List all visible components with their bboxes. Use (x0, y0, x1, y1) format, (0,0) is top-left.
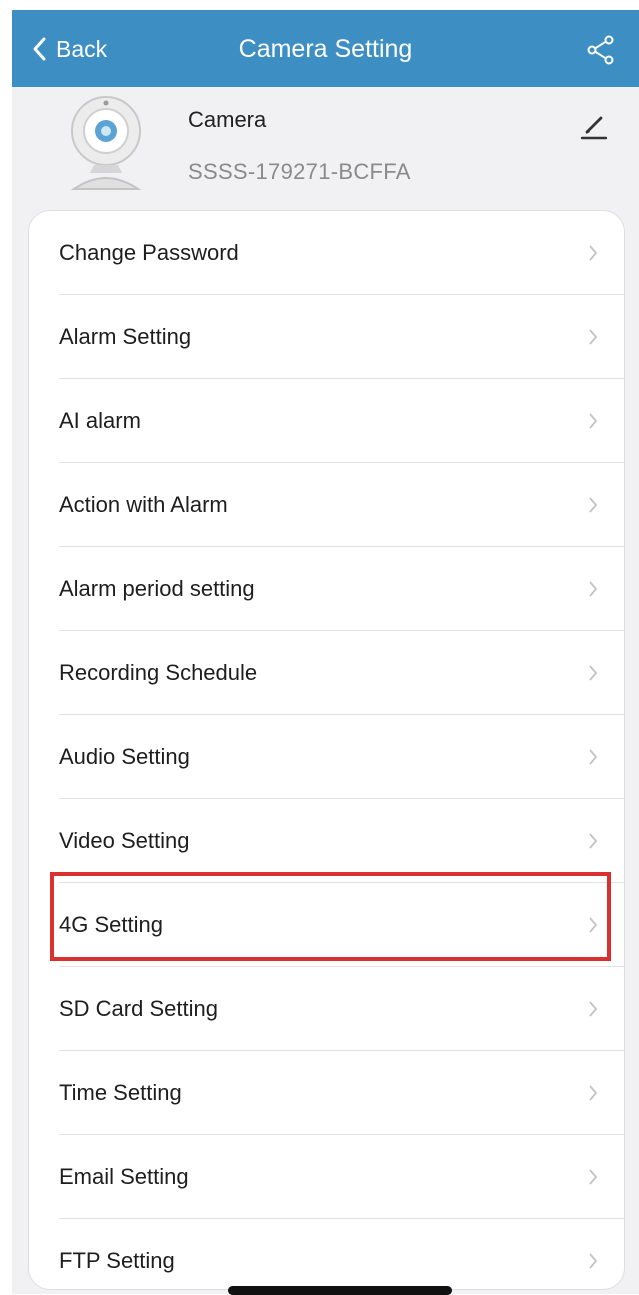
settings-item-recording-schedule[interactable]: Recording Schedule (29, 631, 624, 714)
settings-item-label: Alarm Setting (59, 324, 192, 349)
settings-item-label: Time Setting (59, 1080, 182, 1105)
settings-item-ftp-setting[interactable]: FTP Setting (29, 1219, 624, 1289)
settings-item-label: SD Card Setting (59, 996, 218, 1021)
settings-item-label: 4G Setting (59, 912, 163, 937)
settings-item-time-setting[interactable]: Time Setting (29, 1051, 624, 1134)
camera-name: Camera (188, 107, 267, 132)
settings-item-ai-alarm[interactable]: AI alarm (29, 379, 624, 462)
chevron-right-icon (589, 917, 598, 933)
chevron-right-icon (589, 1169, 598, 1185)
settings-item-alarm-period-setting[interactable]: Alarm period setting (29, 547, 624, 630)
chevron-right-icon (589, 1001, 598, 1017)
camera-info-header: Camera SSSS-179271-BCFFA (12, 87, 639, 207)
chevron-right-icon (589, 497, 598, 513)
chevron-right-icon (589, 413, 598, 429)
chevron-right-icon (589, 1085, 598, 1101)
settings-item-audio-setting[interactable]: Audio Setting (29, 715, 624, 798)
share-icon[interactable] (585, 34, 617, 66)
settings-item-label: Action with Alarm (59, 492, 228, 517)
settings-item-label: Change Password (59, 240, 239, 265)
chevron-right-icon (589, 329, 598, 345)
settings-item-label: Alarm period setting (59, 576, 255, 601)
pencil-icon[interactable] (579, 111, 609, 141)
settings-item-label: Email Setting (59, 1164, 189, 1189)
settings-item-4g-setting[interactable]: 4G Setting (29, 883, 624, 966)
camera-device-id: SSSS-179271-BCFFA (188, 159, 411, 184)
settings-item-label: AI alarm (59, 408, 141, 433)
settings-item-email-setting[interactable]: Email Setting (29, 1135, 624, 1218)
settings-item-sd-card-setting[interactable]: SD Card Setting (29, 967, 624, 1050)
settings-item-label: Audio Setting (59, 744, 190, 769)
chevron-right-icon (589, 245, 598, 261)
settings-item-label: FTP Setting (59, 1248, 175, 1273)
settings-item-video-setting[interactable]: Video Setting (29, 799, 624, 882)
settings-item-action-with-alarm[interactable]: Action with Alarm (29, 463, 624, 546)
chevron-right-icon (589, 749, 598, 765)
webcam-icon (70, 96, 142, 190)
chevron-right-icon (589, 665, 598, 681)
chevron-right-icon (589, 833, 598, 849)
settings-item-alarm-setting[interactable]: Alarm Setting (29, 295, 624, 378)
chevron-right-icon (589, 581, 598, 597)
chevron-right-icon (589, 1253, 598, 1269)
settings-list: Change Password Alarm Setting AI alarm A… (28, 210, 625, 1290)
navigation-bar: Back Camera Setting (12, 10, 639, 87)
settings-item-change-password[interactable]: Change Password (29, 211, 624, 294)
settings-item-label: Video Setting (59, 828, 190, 853)
settings-item-label: Recording Schedule (59, 660, 258, 685)
screen: Back Camera Setting Camera SSSS-179271-B… (12, 10, 639, 1295)
page-title: Camera Setting (238, 35, 413, 63)
